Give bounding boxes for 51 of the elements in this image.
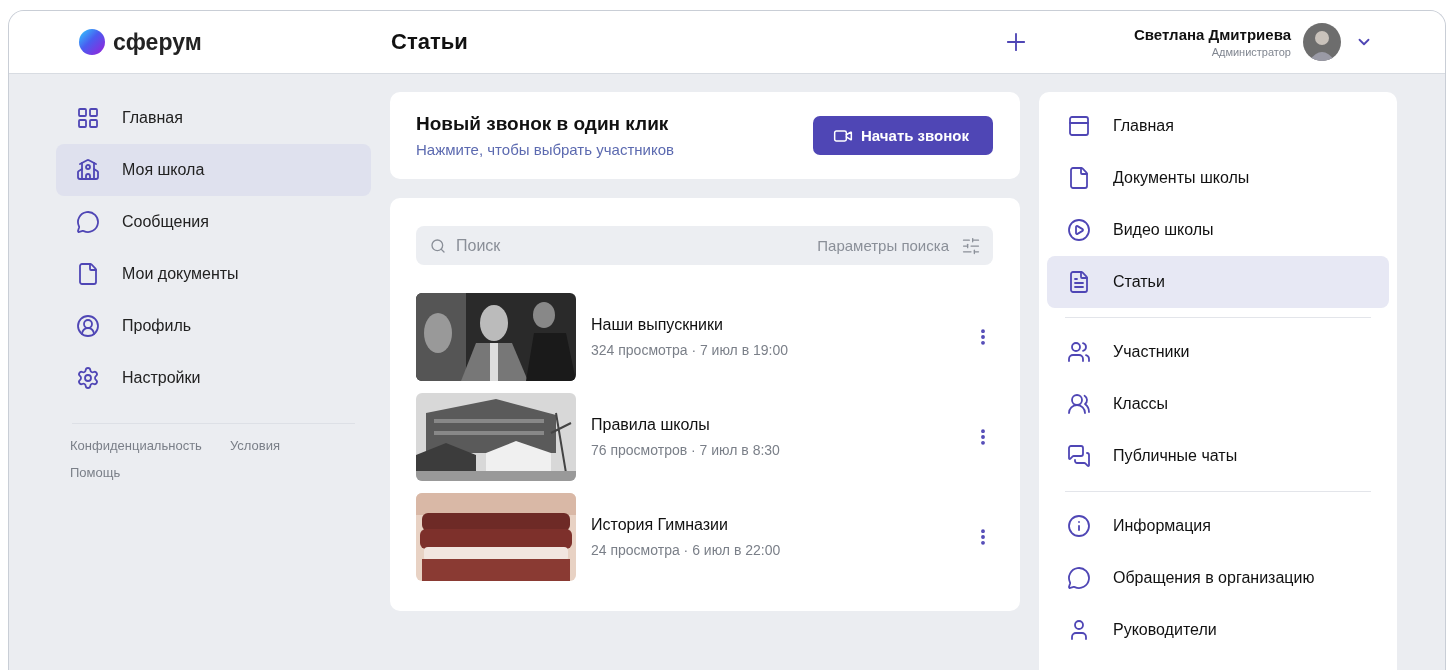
page-title: Статьи	[391, 29, 468, 55]
menu-item[interactable]: Главная	[1047, 100, 1389, 152]
article-title[interactable]: Правила школы	[591, 416, 973, 434]
window-icon	[1067, 114, 1091, 138]
menu-item[interactable]: Информация	[1047, 500, 1389, 552]
footer-link[interactable]: Конфиденциальность	[70, 438, 202, 453]
menu-item[interactable]: Статьи	[1047, 256, 1389, 308]
people-icon	[1067, 340, 1091, 364]
sliders-icon	[961, 235, 981, 256]
menu-item[interactable]: Документы школы	[1047, 152, 1389, 204]
school-icon	[76, 158, 100, 182]
sidebar-item[interactable]: Мои документы	[56, 248, 371, 300]
start-call-button[interactable]: Начать звонок	[813, 116, 993, 155]
document-icon	[76, 262, 100, 286]
menu-item[interactable]: Классы	[1047, 378, 1389, 430]
info-icon	[1067, 514, 1091, 538]
grid-icon	[76, 106, 100, 130]
chat-bubble-icon	[76, 210, 100, 234]
sidebar-item[interactable]: Настройки	[56, 352, 371, 404]
user-role: Администратор	[1211, 46, 1291, 58]
search-icon	[430, 237, 446, 254]
article-title[interactable]: Наши выпускники	[591, 316, 973, 334]
article-meta: 76 просмотров · 7 июл в 8:30	[591, 442, 781, 458]
call-subtitle: Нажмите, чтобы выбрать участников	[416, 141, 675, 158]
menu-item[interactable]: Видео школы	[1047, 204, 1389, 256]
avatar[interactable]	[1303, 23, 1341, 61]
document-icon	[1067, 166, 1091, 190]
chat-bubbles-icon	[1067, 444, 1091, 468]
profile-icon	[76, 314, 100, 338]
menu-item[interactable]: Руководители	[1047, 604, 1389, 656]
footer-link[interactable]: Помощь	[70, 465, 121, 480]
menu-item[interactable]: Публичные чаты	[1047, 430, 1389, 482]
settings-icon	[76, 366, 100, 390]
logo-icon	[79, 29, 105, 55]
group-icon	[1067, 392, 1091, 416]
article-title[interactable]: История Гимназии	[591, 516, 973, 534]
footer-link[interactable]: Условия	[229, 438, 280, 453]
text-document-icon	[1067, 270, 1091, 294]
play-icon	[1067, 218, 1091, 242]
call-title: Новый звонок в один клик	[416, 113, 670, 135]
logo-text: сферум	[113, 28, 202, 56]
article-meta: 324 просмотра · 7 июл в 19:00	[591, 342, 790, 358]
user-name: Светлана Дмитриева	[1133, 26, 1291, 43]
sidebar-item[interactable]: Профиль	[56, 300, 371, 352]
sidebar-item[interactable]: Сообщения	[56, 196, 371, 248]
sidebar-item[interactable]: Моя школа	[56, 144, 371, 196]
menu-item[interactable]: Участники	[1047, 326, 1389, 378]
article-meta: 24 просмотра · 6 июл в 22:00	[591, 542, 782, 558]
sidebar-item[interactable]: Главная	[56, 92, 371, 144]
menu-item[interactable]: Обращения в организацию	[1047, 552, 1389, 604]
chat-bubble-icon	[1067, 566, 1091, 590]
